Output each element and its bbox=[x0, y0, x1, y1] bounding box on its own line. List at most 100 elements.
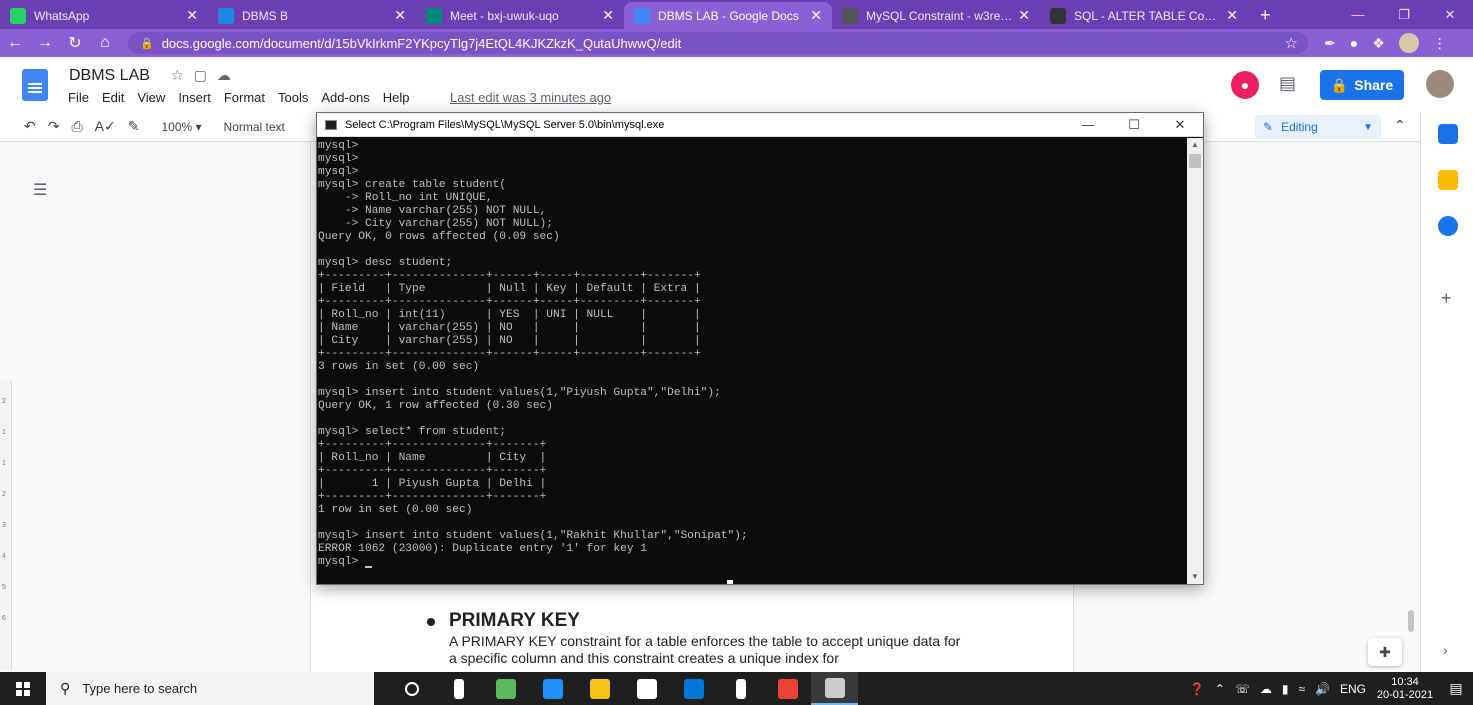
window-controls: — ❐ ✕ bbox=[1335, 0, 1473, 29]
reload-button[interactable]: ↻ bbox=[60, 33, 90, 53]
print-icon[interactable]: ⎙ bbox=[71, 118, 82, 135]
chevron-right-icon[interactable]: › bbox=[1443, 642, 1448, 658]
editing-mode-select[interactable]: ✎ Editing ▼ bbox=[1255, 115, 1381, 139]
console-close-button[interactable]: ✕ bbox=[1157, 117, 1203, 133]
text-cursor bbox=[365, 566, 372, 568]
menu-item[interactable]: Edit bbox=[102, 90, 124, 105]
start-button[interactable] bbox=[0, 672, 46, 705]
cloud-icon[interactable]: ☁ bbox=[1260, 682, 1272, 696]
taskbar-app[interactable] bbox=[717, 672, 764, 705]
collapse-menus-icon[interactable]: ⌃ bbox=[1394, 117, 1406, 134]
document-scrollbar[interactable] bbox=[1408, 610, 1414, 632]
close-window-button[interactable]: ✕ bbox=[1427, 0, 1473, 29]
spellcheck-icon[interactable]: A✓ bbox=[95, 118, 116, 135]
browser-tab[interactable]: Meet - bxj-uwuk-uqo ✕ bbox=[416, 2, 624, 29]
close-tab-icon[interactable]: ✕ bbox=[810, 7, 822, 24]
url-bar[interactable]: 🔒 docs.google.com/document/d/15bVkIrkmF2… bbox=[128, 32, 1308, 54]
language-indicator[interactable]: ENG bbox=[1340, 682, 1366, 696]
taskbar-app[interactable] bbox=[670, 672, 717, 705]
new-tab-button[interactable]: + bbox=[1248, 2, 1283, 29]
google-docs-logo-icon[interactable] bbox=[22, 69, 48, 101]
browser-tab[interactable]: WhatsApp ✕ bbox=[0, 2, 208, 29]
star-icon[interactable]: ☆ bbox=[171, 67, 194, 83]
tab-label: DBMS B bbox=[242, 8, 289, 23]
taskbar-app[interactable] bbox=[388, 672, 435, 705]
style-select[interactable]: Normal text bbox=[224, 120, 285, 134]
menu-item[interactable]: Tools bbox=[278, 90, 308, 105]
browser-profile-avatar[interactable] bbox=[1398, 33, 1419, 53]
file-explorer-icon bbox=[589, 678, 610, 699]
browser-tab[interactable]: SQL - ALTER TABLE Comman ✕ bbox=[1040, 2, 1248, 29]
redo-icon[interactable]: ↷ bbox=[48, 118, 60, 135]
console-minimize-button[interactable]: — bbox=[1065, 117, 1111, 133]
home-button[interactable]: ⌂ bbox=[90, 34, 120, 52]
collaborator-avatar[interactable]: ● bbox=[1231, 71, 1259, 99]
extension-pen-icon[interactable]: ✒ bbox=[1324, 35, 1336, 52]
help-icon[interactable]: ❓ bbox=[1190, 682, 1205, 696]
menu-item[interactable]: Add-ons bbox=[321, 90, 369, 105]
taskbar-app[interactable] bbox=[482, 672, 529, 705]
scroll-thumb[interactable] bbox=[1189, 154, 1201, 168]
share-label: Share bbox=[1354, 77, 1394, 93]
maximize-window-button[interactable]: ❐ bbox=[1381, 0, 1427, 29]
add-ons-plus-icon[interactable]: + bbox=[1441, 288, 1452, 309]
browser-tab[interactable]: MySQL Constraint - w3resou ✕ bbox=[832, 2, 1040, 29]
notifications-icon[interactable]: ▤ bbox=[1439, 680, 1473, 697]
tasks-icon[interactable] bbox=[1438, 216, 1458, 236]
back-button[interactable]: ← bbox=[0, 34, 30, 52]
close-tab-icon[interactable]: ✕ bbox=[394, 7, 406, 24]
taskbar-app[interactable] bbox=[435, 672, 482, 705]
bookmark-star-icon[interactable]: ☆ bbox=[1285, 34, 1298, 52]
show-hidden-icons-icon[interactable]: ⌃ bbox=[1215, 682, 1225, 696]
taskbar-app[interactable] bbox=[623, 672, 670, 705]
close-tab-icon[interactable]: ✕ bbox=[1226, 7, 1238, 24]
paint-format-icon[interactable]: ✎ bbox=[128, 118, 140, 135]
wifi-icon[interactable]: ≈ bbox=[1298, 682, 1305, 696]
menu-item[interactable]: Help bbox=[383, 90, 410, 105]
zoom-select[interactable]: 100% ▾ bbox=[161, 120, 201, 134]
move-folder-icon[interactable]: ▢ bbox=[194, 67, 217, 83]
menu-item[interactable]: Format bbox=[224, 90, 265, 105]
menu-item[interactable]: File bbox=[68, 90, 89, 105]
keep-icon[interactable] bbox=[1438, 170, 1458, 190]
taskbar-app[interactable] bbox=[529, 672, 576, 705]
console-output[interactable]: mysql> mysql> mysql> mysql> create table… bbox=[317, 138, 1187, 584]
taskbar-search[interactable]: ⚲ Type here to search bbox=[46, 672, 374, 705]
network-icon[interactable]: ☏ bbox=[1235, 682, 1250, 696]
calendar-icon[interactable] bbox=[1438, 124, 1458, 144]
extensions-puzzle-icon[interactable]: ❖ bbox=[1372, 35, 1385, 52]
document-outline-icon[interactable]: ☰ bbox=[33, 180, 47, 200]
mysql-console-window[interactable]: Select C:\Program Files\MySQL\MySQL Serv… bbox=[316, 112, 1204, 585]
volume-icon[interactable]: 🔊 bbox=[1315, 682, 1330, 696]
scroll-up-arrow-icon[interactable]: ▲ bbox=[1187, 138, 1203, 152]
browser-tab[interactable]: DBMS B ✕ bbox=[208, 2, 416, 29]
user-avatar[interactable] bbox=[1426, 70, 1454, 98]
close-tab-icon[interactable]: ✕ bbox=[602, 7, 614, 24]
cloud-status-icon[interactable]: ☁ bbox=[217, 67, 241, 83]
last-edit-link[interactable]: Last edit was 3 minutes ago bbox=[450, 90, 611, 105]
taskbar-app[interactable] bbox=[576, 672, 623, 705]
browser-menu-icon[interactable]: ⋮ bbox=[1433, 35, 1447, 52]
resize-grip[interactable] bbox=[727, 580, 733, 584]
share-button[interactable]: 🔒 Share bbox=[1320, 70, 1404, 100]
explore-button[interactable]: ✚ bbox=[1368, 638, 1402, 666]
comment-history-icon[interactable]: ▤ bbox=[1279, 73, 1301, 93]
extension-green-icon[interactable]: ● bbox=[1350, 35, 1358, 51]
menu-item[interactable]: View bbox=[137, 90, 165, 105]
battery-icon[interactable]: ▮ bbox=[1282, 682, 1289, 696]
taskbar-app[interactable] bbox=[811, 672, 858, 705]
browser-tab[interactable]: DBMS LAB - Google Docs ✕ bbox=[624, 2, 832, 29]
console-scrollbar[interactable]: ▲ ▼ bbox=[1187, 138, 1203, 584]
taskbar-app[interactable] bbox=[764, 672, 811, 705]
console-maximize-button[interactable]: ☐ bbox=[1111, 117, 1157, 133]
console-title-bar[interactable]: Select C:\Program Files\MySQL\MySQL Serv… bbox=[317, 113, 1203, 137]
scroll-down-arrow-icon[interactable]: ▼ bbox=[1187, 570, 1203, 584]
undo-icon[interactable]: ↶ bbox=[24, 118, 36, 135]
menu-item[interactable]: Insert bbox=[178, 90, 211, 105]
document-title[interactable]: DBMS LAB bbox=[69, 67, 150, 85]
close-tab-icon[interactable]: ✕ bbox=[1018, 7, 1030, 24]
minimize-window-button[interactable]: — bbox=[1335, 0, 1381, 29]
close-tab-icon[interactable]: ✕ bbox=[186, 7, 198, 24]
forward-button[interactable]: → bbox=[30, 34, 60, 52]
clock[interactable]: 10:34 20-01-2021 bbox=[1371, 676, 1439, 702]
